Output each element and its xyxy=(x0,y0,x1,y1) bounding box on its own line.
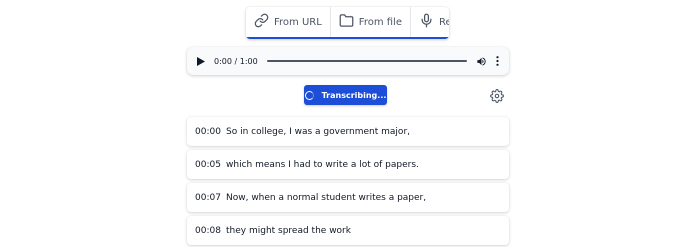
more-options-button[interactable] xyxy=(496,56,499,66)
volume-button[interactable] xyxy=(476,56,487,67)
transcript-segment[interactable]: 00:07 Now, when a normal student writes … xyxy=(187,183,509,212)
tab-from-file[interactable]: From file xyxy=(331,7,411,37)
segment-text: which means I had to write a lot of pape… xyxy=(226,159,419,170)
microphone-icon xyxy=(419,13,434,31)
transcribing-button[interactable]: Transcribing... xyxy=(304,85,387,105)
segment-timestamp: 00:00 xyxy=(195,126,221,137)
tab-label: From file xyxy=(358,16,402,28)
tab-label: From URL xyxy=(274,16,322,28)
source-tabs: From URL From file Record xyxy=(246,7,449,39)
tab-label: Record xyxy=(438,16,449,28)
transcript-segment[interactable]: 00:00 So in college, I was a government … xyxy=(187,117,509,146)
segment-timestamp: 00:07 xyxy=(195,192,221,203)
tab-record[interactable]: Record xyxy=(411,7,449,37)
transcriber-app: From URL From file Record xyxy=(0,0,700,247)
folder-icon xyxy=(339,13,354,31)
link-icon xyxy=(254,13,269,31)
segment-text: So in college, I was a government major, xyxy=(226,126,411,137)
segment-timestamp: 00:08 xyxy=(195,225,221,236)
audio-player: 0:00 / 1:00 xyxy=(187,47,509,75)
volume-icon xyxy=(477,56,486,66)
seek-bar[interactable] xyxy=(266,60,467,62)
spinner-icon xyxy=(304,90,314,100)
transcript-segment[interactable]: 00:05 which means I had to write a lot o… xyxy=(187,150,509,179)
segment-timestamp: 00:05 xyxy=(195,159,221,170)
play-icon xyxy=(197,56,205,66)
tab-from-url[interactable]: From URL xyxy=(246,7,331,37)
transcript-list: 00:00 So in college, I was a government … xyxy=(187,117,509,247)
segment-text: they might spread the work xyxy=(226,225,351,236)
transcribing-label: Transcribing... xyxy=(321,90,387,100)
tabs-underline xyxy=(246,37,449,39)
more-vertical-icon xyxy=(496,56,499,66)
play-button[interactable] xyxy=(197,56,205,66)
segment-text: Now, when a normal student writes a pape… xyxy=(226,192,427,203)
gear-icon xyxy=(490,89,504,103)
time-display: 0:00 / 1:00 xyxy=(214,56,258,66)
transcript-segment[interactable]: 00:08 they might spread the work xyxy=(187,216,509,245)
settings-button[interactable] xyxy=(490,89,504,103)
